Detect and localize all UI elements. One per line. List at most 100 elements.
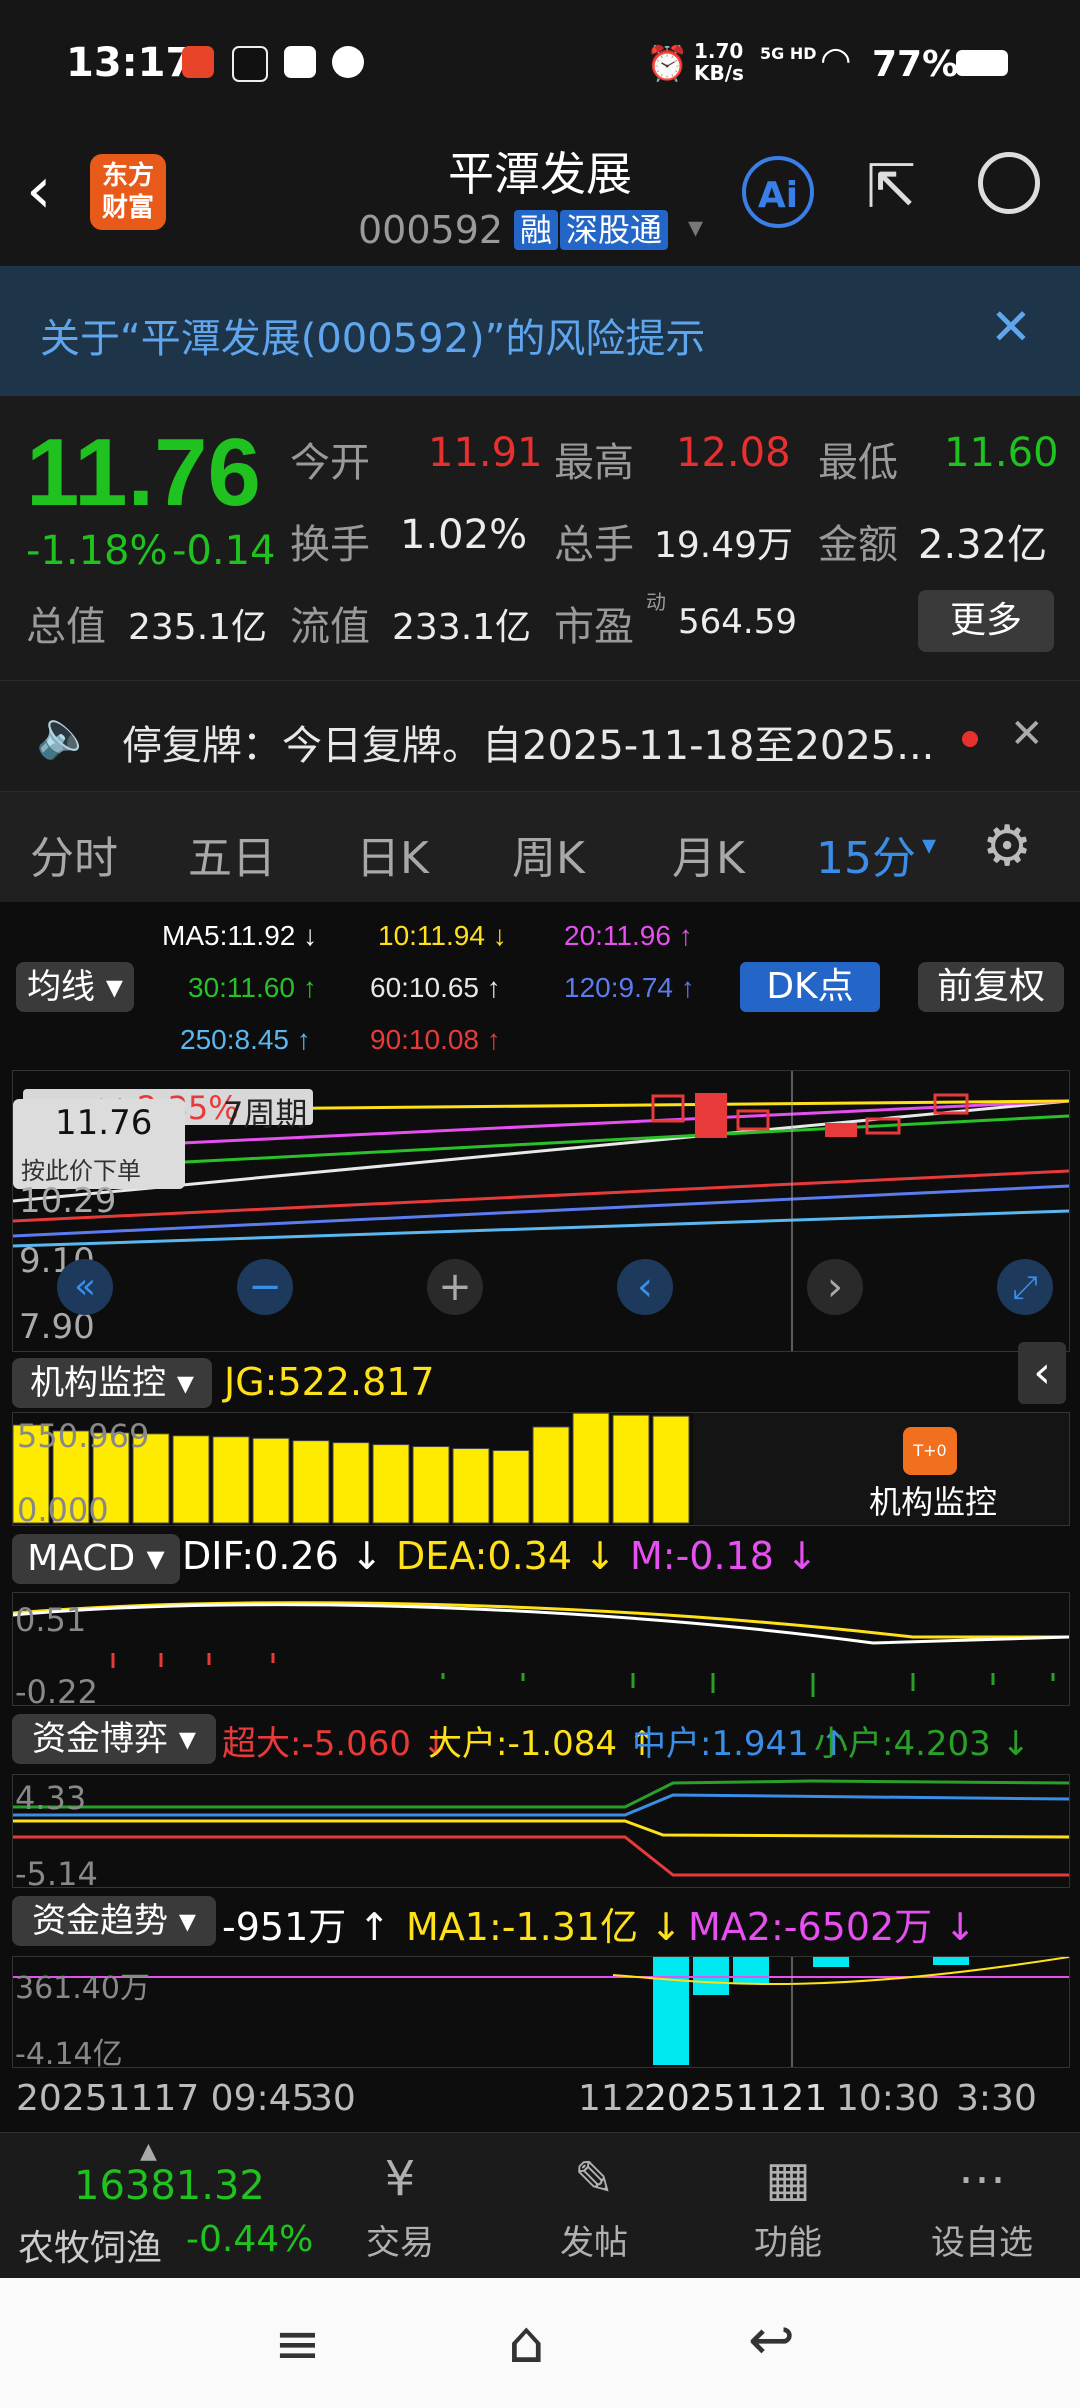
zjby-small: 小户:4.203 ↓ [814,1724,1031,1764]
ma60-label: 60:10.65 ↑ [370,972,501,1003]
ai-icon[interactable]: Ai [742,156,814,228]
risk-banner[interactable]: 关于“平潭发展(000592)”的风险提示 ✕ [0,266,1080,396]
battery-percent: 77% [872,44,959,85]
unread-dot [962,731,978,747]
zjqs-selector[interactable]: 资金趋势 ▾ [12,1896,216,1946]
jg-bar [212,1436,250,1524]
scroll-left-icon[interactable]: ‹ [617,1259,673,1315]
collapse-icon[interactable]: ‹ [1018,1342,1066,1404]
high-label: 最高 [554,440,634,486]
quote-panel: 11.76 -1.18% -0.14 今开 11.91 最高 12.08 最低 … [0,396,1080,676]
macd-selector[interactable]: MACD ▾ [12,1534,180,1584]
scroll-right-icon[interactable]: › [807,1259,863,1315]
dk-point-button[interactable]: DK点 [740,962,880,1012]
tab-five-day[interactable]: 五日 [188,822,276,886]
candle [736,1109,770,1131]
nav-trade[interactable]: ¥ 交易 [340,2151,460,2264]
close-icon[interactable]: ✕ [990,298,1032,356]
tab-weekly[interactable]: 周K [512,822,585,886]
jg-badge-label[interactable]: 机构监控 [869,1477,997,1523]
total-cap-label: 总值 [26,604,106,650]
system-nav-bar: ≡ ⌂ ↩ [0,2278,1080,2408]
change-pct: -1.18% [26,528,168,574]
adjust-button[interactable]: 前复权 [918,962,1064,1012]
high-value: 12.08 [676,430,791,476]
macd-dea: DEA:0.34 ↓ [396,1534,616,1578]
zjqs-bars [13,1956,1070,2067]
risk-text[interactable]: 关于“平潭发展(000592)”的风险提示 [40,306,705,364]
zoom-in-icon[interactable]: + [427,1259,483,1315]
zjqs-ma1: MA1:-1.31亿 ↓ [406,1905,683,1949]
x-axis-label-6: 3:30 [956,2078,1037,2119]
tab-dropdown-icon[interactable]: ▾ [922,828,936,861]
candle [825,1123,857,1137]
nav-add-watchlist[interactable]: ⋯ 设自选 [922,2151,1042,2264]
stock-code: 000592 [358,208,504,252]
y-label-top: 10.29 [19,1181,117,1221]
index-value[interactable]: 16381.32 [74,2163,265,2209]
ma120-label: 120:9.74 ↑ [564,972,695,1003]
jg-bar [652,1415,690,1524]
tab-15min[interactable]: 15分 [816,822,916,886]
suspension-notice[interactable]: 🔈 停复牌：今日复牌。自2025-11-18至2025... ✕ [0,680,1080,792]
tab-intraday[interactable]: 分时 [30,822,118,886]
fullscreen-icon[interactable]: ⤢ [997,1259,1053,1315]
low-value: 11.60 [944,430,1059,476]
amount-value: 2.32亿 [918,522,1048,568]
menu-icon[interactable]: ≡ [274,2312,321,2377]
settings-icon[interactable]: ⚙ [982,814,1032,879]
notice-text[interactable]: 停复牌：今日复牌。自2025-11-18至2025... [122,713,934,771]
bottom-bar: ▲ 16381.32 农牧饲渔 -0.44% ¥ 交易 ✎ 发帖 ▦ 功能 ⋯ … [0,2132,1080,2279]
macd-dif: DIF:0.26 ↓ [182,1534,383,1578]
index-name[interactable]: 农牧饲渔 [18,2219,162,2271]
stock-name: 平潭发展 [448,147,632,201]
kline-panel[interactable]: 区间涨幅 2.35% 7周期 11.76 按此价下单 10.29 9.10 7.… [12,1070,1070,1352]
volume-label: 总手 [554,522,634,568]
ma20-label: 20:11.96 ↑ [564,920,693,951]
jg-selector[interactable]: 机构监控 ▾ [12,1358,212,1408]
jg-panel[interactable]: 550.969 0.000 T+0 机构监控 [12,1412,1070,1529]
home-icon[interactable]: ⌂ [508,2308,545,2376]
low-label: 最低 [818,440,898,486]
ma90-label: 90:10.08 ↑ [370,1024,501,1055]
zjqs-panel[interactable]: 361.40万 -4.14亿 [12,1956,1070,2072]
macd-m: M:-0.18 ↓ [630,1534,818,1578]
expand-index-icon[interactable]: ▲ [140,2139,157,2164]
nav-post[interactable]: ✎ 发帖 [534,2151,654,2264]
amount-label: 金额 [818,522,898,568]
pe-label: 市盈 [554,604,634,650]
macd-axis-bottom: -0.22 [15,1673,98,1711]
share-icon[interactable]: ⇱ [866,152,916,222]
tooltip-price: 11.76 [55,1103,153,1143]
yen-icon: ¥ [384,2151,416,2207]
index-change[interactable]: -0.44% [186,2219,313,2260]
x-axis-label-start: 20251117 09:45 [16,2078,315,2119]
search-icon[interactable] [978,152,1040,214]
back-nav-icon[interactable]: ↩ [748,2308,795,2373]
scroll-left-fast-icon[interactable]: « [57,1259,113,1315]
zjby-panel[interactable]: 4.33 -5.14 [12,1774,1070,1893]
open-value: 11.91 [428,430,543,476]
macd-lines [12,1601,1070,1697]
more-button[interactable]: 更多 [918,590,1054,652]
close-notice-icon[interactable]: ✕ [1010,711,1044,757]
zjby-selector[interactable]: 资金博弈 ▾ [12,1714,216,1764]
ma-selector[interactable]: 均线 ▾ [16,962,134,1012]
tab-monthly[interactable]: 月K [672,822,745,886]
jg-badge-icon[interactable]: T+0 [903,1427,957,1475]
x-axis-label-2: 30 [310,2078,356,2119]
tab-daily[interactable]: 日K [356,822,429,886]
zoom-out-icon[interactable]: − [237,1259,293,1315]
jg-bar [492,1449,530,1524]
zjqs-value: -951万 ↑ [222,1905,391,1949]
x-axis-label-4: 20251121 [644,2078,828,2119]
zjby-lines [13,1779,1070,1877]
float-cap-label: 流值 [290,604,370,650]
price-tooltip[interactable]: 11.76 按此价下单 [13,1099,185,1189]
tags-dropdown-icon[interactable]: ▾ [688,210,703,245]
speaker-icon: 🔈 [36,707,94,761]
nav-functions[interactable]: ▦ 功能 [728,2151,848,2264]
macd-panel[interactable]: 0.51 -0.22 [12,1592,1070,1711]
jg-bar [292,1440,330,1524]
chat-icon [332,46,364,78]
